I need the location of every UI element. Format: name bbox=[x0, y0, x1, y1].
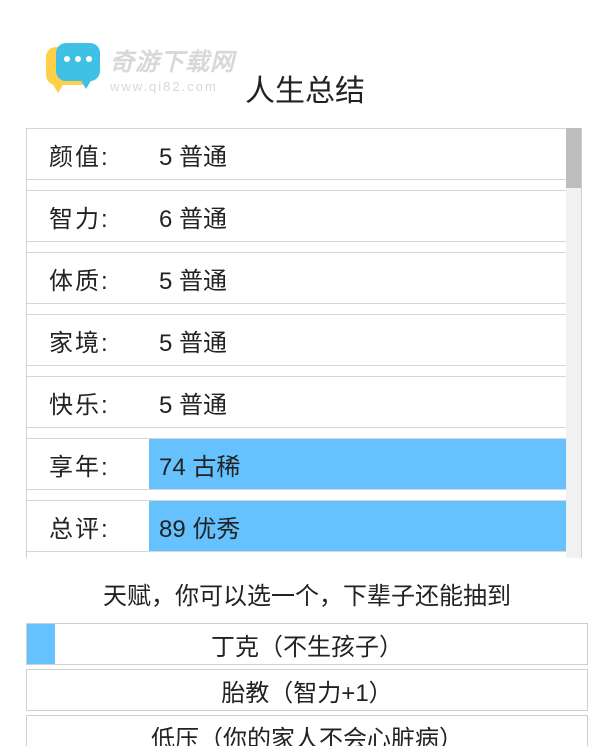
summary-panel: 颜值: 5 普通 智力: 6 普通 体质: 5 普通 家境: 5 普通 快乐: … bbox=[26, 128, 582, 558]
talent-option-label: 低压（你的家人不会心脏病） bbox=[151, 719, 463, 746]
stat-label: 体质: bbox=[27, 261, 149, 296]
talent-fill bbox=[27, 624, 55, 664]
stat-row-constitution: 体质: 5 普通 bbox=[27, 252, 567, 304]
stat-row-intelligence: 智力: 6 普通 bbox=[27, 190, 567, 242]
stat-value: 89 优秀 bbox=[149, 501, 567, 551]
talent-option-dink[interactable]: 丁克（不生孩子） bbox=[26, 623, 588, 665]
talent-option-label: 胎教（智力+1） bbox=[221, 673, 392, 708]
stat-value: 6 普通 bbox=[149, 191, 567, 241]
stat-label: 总评: bbox=[27, 509, 149, 544]
talent-section: 天赋，你可以选一个，下辈子还能抽到 丁克（不生孩子） 胎教（智力+1） 低压（你… bbox=[26, 570, 588, 746]
site-watermark: 奇游下载网 www.qi82.com bbox=[46, 42, 235, 94]
stat-row-overall: 总评: 89 优秀 bbox=[27, 500, 567, 552]
app-root: 奇游下载网 www.qi82.com 人生总结 颜值: 5 普通 智力: 6 普… bbox=[0, 0, 610, 746]
talent-option-label: 丁克（不生孩子） bbox=[211, 627, 403, 662]
stat-row-happiness: 快乐: 5 普通 bbox=[27, 376, 567, 428]
stat-label: 快乐: bbox=[27, 385, 149, 420]
stat-label: 颜值: bbox=[27, 137, 149, 172]
stat-value: 5 普通 bbox=[149, 129, 567, 179]
stat-value: 5 普通 bbox=[149, 377, 567, 427]
summary-panel-content: 颜值: 5 普通 智力: 6 普通 体质: 5 普通 家境: 5 普通 快乐: … bbox=[27, 128, 567, 552]
talent-prompt: 天赋，你可以选一个，下辈子还能抽到 bbox=[26, 570, 588, 619]
watermark-site-name: 奇游下载网 bbox=[110, 42, 235, 77]
stat-row-appearance: 颜值: 5 普通 bbox=[27, 128, 567, 180]
stat-value: 5 普通 bbox=[149, 315, 567, 365]
scrollbar-thumb[interactable] bbox=[566, 128, 581, 188]
watermark-site-url: www.qi82.com bbox=[110, 79, 235, 94]
talent-option-lowpressure[interactable]: 低压（你的家人不会心脏病） bbox=[26, 715, 588, 746]
stat-value: 5 普通 bbox=[149, 253, 567, 303]
stat-label: 家境: bbox=[27, 323, 149, 358]
talent-option-prenatal[interactable]: 胎教（智力+1） bbox=[26, 669, 588, 711]
stat-row-family: 家境: 5 普通 bbox=[27, 314, 567, 366]
watermark-logo-icon bbox=[46, 43, 100, 93]
stat-row-lifespan: 享年: 74 古稀 bbox=[27, 438, 567, 490]
stat-label: 享年: bbox=[27, 447, 149, 482]
stat-label: 智力: bbox=[27, 199, 149, 234]
stat-value: 74 古稀 bbox=[149, 439, 567, 489]
scrollbar-track[interactable] bbox=[566, 128, 581, 558]
